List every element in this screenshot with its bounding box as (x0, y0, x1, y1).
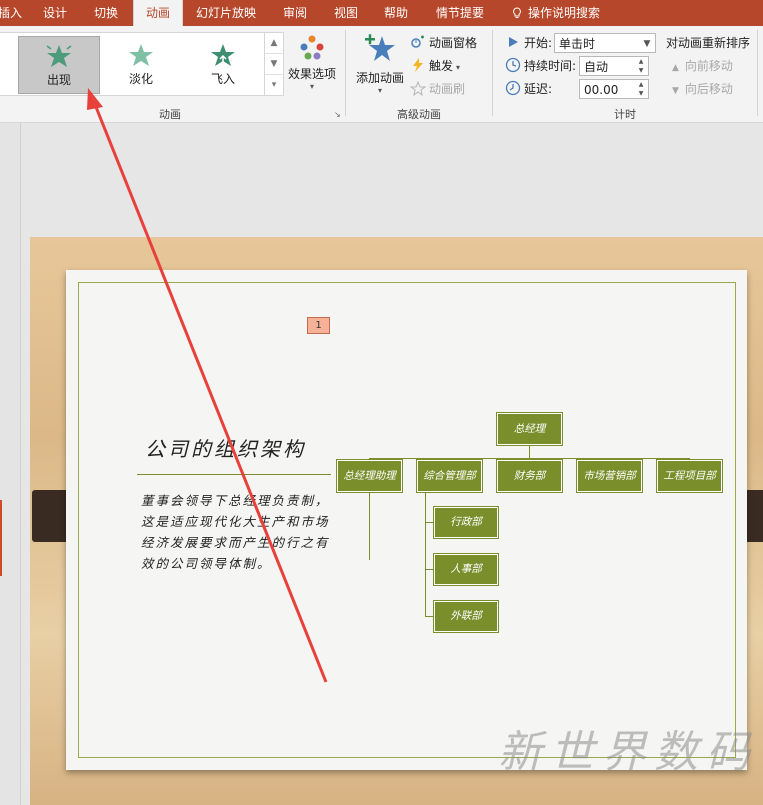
annotation-arrow-icon (87, 88, 328, 683)
